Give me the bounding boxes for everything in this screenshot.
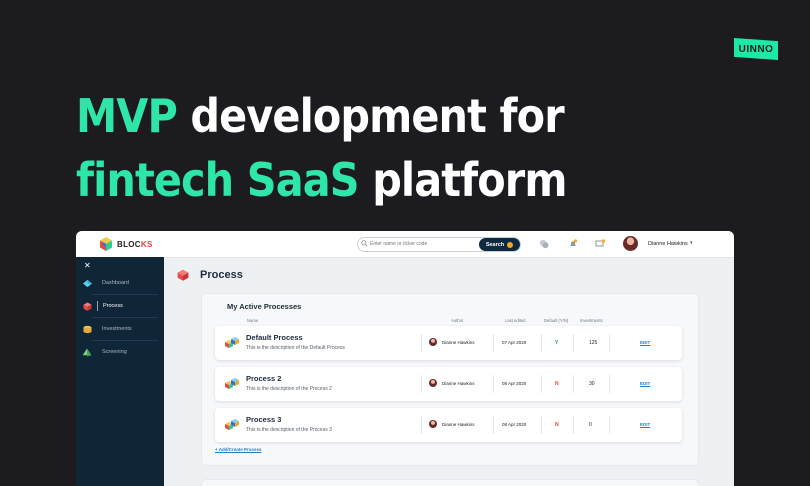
secondary-panel bbox=[201, 479, 699, 486]
headline-accent-1: MVP bbox=[76, 89, 178, 143]
row-divider bbox=[609, 334, 610, 352]
default-flag: N bbox=[555, 381, 559, 387]
sidebar-item-label: Screening bbox=[102, 349, 127, 355]
row-divider bbox=[573, 416, 574, 434]
process-blocks-icon bbox=[225, 378, 239, 389]
sidebar-item-dashboard[interactable]: Dashboard bbox=[82, 273, 158, 293]
last-edited: 08 Apr 2020 bbox=[502, 381, 527, 386]
row-divider bbox=[493, 334, 494, 352]
column-header-default: Default (Y/N) bbox=[544, 318, 569, 323]
column-header-last-edited: Last edited bbox=[505, 318, 526, 323]
process-description: This is the description of the Process 3 bbox=[246, 427, 332, 433]
user-name[interactable]: Dianne Hawkins bbox=[648, 241, 688, 247]
process-description: This is the description of the Process 2 bbox=[246, 386, 332, 392]
headline: MVP development for fintech SaaS platfor… bbox=[76, 84, 567, 212]
column-header-author: Author bbox=[451, 318, 464, 323]
table-row[interactable]: Process 2 This is the description of the… bbox=[215, 367, 682, 401]
process-blocks-icon bbox=[225, 337, 239, 348]
row-divider bbox=[541, 416, 542, 434]
headline-accent-2: fintech SaaS bbox=[76, 153, 360, 207]
logo-text-a: BLOC bbox=[117, 239, 141, 249]
author-avatar bbox=[429, 338, 437, 346]
panel-title: My Active Processes bbox=[227, 302, 302, 311]
add-create-process-link[interactable]: + Add/Create Process bbox=[215, 447, 261, 452]
logo-text-b: KS bbox=[140, 239, 153, 249]
table-row[interactable]: Process 3 This is the description of the… bbox=[215, 408, 682, 442]
last-edited: 07 Apr 2020 bbox=[502, 340, 527, 345]
dashboard-icon bbox=[82, 278, 92, 288]
sidebar-item-label: Process bbox=[103, 303, 123, 309]
process-blocks-icon bbox=[225, 419, 239, 430]
headline-text-2: platform bbox=[358, 153, 567, 207]
page-title: Process bbox=[200, 269, 243, 281]
default-flag: N bbox=[555, 422, 559, 428]
row-divider bbox=[421, 375, 422, 393]
close-icon[interactable]: ✕ bbox=[84, 261, 91, 270]
top-bar: BLOCKS Search Dianne Hawkins ▾ bbox=[76, 231, 734, 258]
screening-pyramid-icon bbox=[82, 347, 92, 357]
row-divider bbox=[493, 375, 494, 393]
active-processes-panel: My Active Processes Name Author Last edi… bbox=[201, 293, 699, 466]
last-edited: 08 Apr 2020 bbox=[502, 422, 527, 427]
sidebar-item-investments[interactable]: Investments bbox=[82, 319, 158, 339]
investments-coin-icon bbox=[82, 324, 92, 334]
search-input[interactable] bbox=[370, 239, 470, 249]
sidebar-item-label: Investments bbox=[102, 326, 132, 332]
column-header-investments: Investments bbox=[580, 318, 603, 323]
process-name: Default Process bbox=[246, 333, 303, 342]
row-divider bbox=[421, 416, 422, 434]
process-cube-icon bbox=[177, 269, 189, 281]
chat-icon[interactable] bbox=[539, 239, 549, 249]
sidebar-item-label: Dashboard bbox=[102, 280, 129, 286]
logo[interactable]: BLOCKS bbox=[98, 236, 153, 252]
edit-link[interactable]: EDIT bbox=[640, 381, 650, 386]
active-indicator bbox=[97, 301, 98, 311]
search-button-label: Search bbox=[485, 241, 505, 248]
uinno-brand-badge: UINNO bbox=[734, 38, 778, 60]
sidebar: ✕ Dashboard Process Investments Screenin… bbox=[76, 257, 164, 486]
sidebar-divider bbox=[92, 317, 158, 318]
sidebar-item-screening[interactable]: Screening bbox=[82, 342, 158, 362]
author-avatar bbox=[429, 420, 437, 428]
messages-flag-icon[interactable] bbox=[595, 239, 606, 249]
row-divider bbox=[493, 416, 494, 434]
sidebar-item-process[interactable]: Process bbox=[82, 296, 158, 316]
process-cube-icon bbox=[82, 301, 92, 311]
row-divider bbox=[573, 334, 574, 352]
author-avatar bbox=[429, 379, 437, 387]
app-window: BLOCKS Search Dianne Hawkins ▾ bbox=[76, 231, 734, 486]
user-avatar[interactable] bbox=[623, 236, 638, 251]
notification-bell-icon[interactable] bbox=[568, 239, 578, 249]
investments-count: 0 bbox=[589, 422, 592, 428]
row-divider bbox=[609, 375, 610, 393]
row-divider bbox=[609, 416, 610, 434]
row-divider bbox=[541, 334, 542, 352]
investments-count: 30 bbox=[589, 381, 595, 387]
table-row[interactable]: Default Process This is the description … bbox=[215, 326, 682, 360]
row-divider bbox=[573, 375, 574, 393]
author-name: Dianne Hawkins bbox=[442, 381, 475, 386]
default-flag: Y bbox=[555, 340, 559, 346]
edit-link[interactable]: EDIT bbox=[640, 340, 650, 345]
author-name: Dianne Hawkins bbox=[442, 422, 475, 427]
process-name: Process 3 bbox=[246, 415, 282, 424]
chevron-down-icon[interactable]: ▾ bbox=[690, 240, 693, 246]
sidebar-divider bbox=[92, 340, 158, 341]
column-header-name: Name bbox=[247, 318, 259, 323]
search-button[interactable]: Search bbox=[479, 238, 520, 251]
search-box: Search bbox=[357, 237, 521, 252]
edit-link[interactable]: EDIT bbox=[640, 422, 650, 427]
row-divider bbox=[421, 334, 422, 352]
author-name: Dianne Hawkins bbox=[442, 340, 475, 345]
headline-text-1: development for bbox=[176, 89, 564, 143]
row-divider bbox=[541, 375, 542, 393]
search-icon bbox=[361, 240, 368, 247]
sidebar-divider bbox=[92, 294, 158, 295]
investments-count: 125 bbox=[589, 340, 598, 346]
process-description: This is the description of the Default P… bbox=[246, 345, 345, 351]
blocks-logo-icon bbox=[100, 237, 112, 251]
search-coin-icon bbox=[507, 241, 514, 248]
process-name: Process 2 bbox=[246, 374, 282, 383]
logo-text: BLOCKS bbox=[117, 240, 153, 249]
